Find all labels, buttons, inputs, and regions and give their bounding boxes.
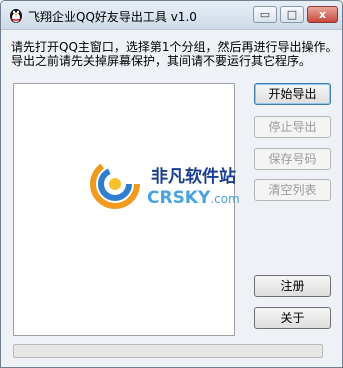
- window-title: 飞翔企业QQ好友导出工具 v1.0: [28, 10, 197, 24]
- penguin-icon: [10, 9, 22, 23]
- title-bar[interactable]: 飞翔企业QQ好友导出工具 v1.0 ▭ □ x: [1, 1, 342, 30]
- save-numbers-button[interactable]: 保存号码: [254, 148, 331, 170]
- maximize-icon: □: [286, 8, 298, 21]
- app-window: 飞翔企业QQ好友导出工具 v1.0 ▭ □ x 请先打开QQ主窗口，选择第1个分…: [0, 0, 343, 368]
- friends-listbox[interactable]: [13, 83, 235, 336]
- clear-list-button[interactable]: 清空列表: [254, 179, 331, 201]
- instruction-line-1: 请先打开QQ主窗口，选择第1个分组，然后再进行导出操作。: [11, 40, 338, 54]
- register-button[interactable]: 注册: [254, 275, 331, 297]
- maximize-button[interactable]: □: [280, 6, 304, 23]
- start-export-button[interactable]: 开始导出: [254, 83, 331, 105]
- instructions-text: 请先打开QQ主窗口，选择第1个分组，然后再进行导出操作。 导出之前请先关掉屏幕保…: [11, 40, 338, 68]
- about-button[interactable]: 关于: [254, 307, 331, 329]
- minimize-button[interactable]: ▭: [253, 6, 277, 23]
- close-button[interactable]: x: [307, 6, 338, 23]
- close-icon: x: [318, 8, 327, 21]
- instruction-line-2: 导出之前请先关掉屏幕保护，其间请不要运行其它程序。: [11, 54, 312, 68]
- stop-export-button[interactable]: 停止导出: [254, 116, 331, 138]
- progress-bar: [13, 344, 323, 358]
- minimize-icon: ▭: [259, 8, 271, 21]
